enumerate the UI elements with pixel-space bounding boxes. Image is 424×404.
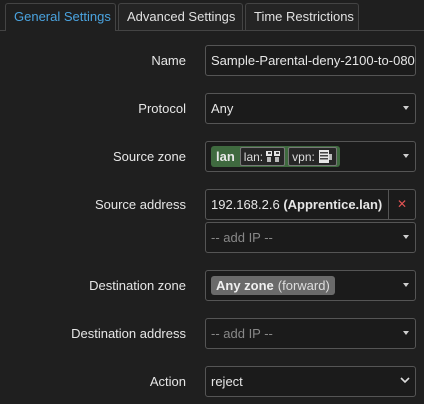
- interface-badge-lan: lan:: [239, 147, 286, 166]
- zone-direction: (forward): [277, 278, 330, 293]
- tab-time-restrictions[interactable]: Time Restrictions: [245, 3, 359, 30]
- tab-bar: General Settings Advanced Settings Time …: [0, 0, 424, 31]
- zone-name: Any zone: [216, 278, 274, 293]
- name-input[interactable]: Sample-Parental-deny-2100-to-0800: [205, 45, 416, 76]
- caret-down-icon: [403, 235, 409, 239]
- caret-down-icon: [403, 283, 409, 287]
- interface-label: vpn:: [292, 149, 315, 164]
- action-label: Action: [149, 374, 186, 389]
- destination-zone-label: Destination zone: [89, 278, 186, 293]
- network-device-icon: [266, 151, 281, 162]
- protocol-value: Any: [211, 101, 234, 116]
- source-address-label: Source address: [94, 197, 186, 212]
- remove-icon[interactable]: ✕: [388, 190, 415, 219]
- action-select[interactable]: reject: [205, 366, 416, 397]
- source-address-value: 192.168.2.6 (Apprentice.lan): [211, 197, 382, 212]
- tab-advanced-settings[interactable]: Advanced Settings: [118, 3, 243, 30]
- protocol-label: Protocol: [138, 101, 186, 116]
- caret-down-icon: [403, 331, 409, 335]
- zone-badge-lan: lan lan: vpn:: [211, 146, 340, 167]
- source-address-add-select[interactable]: -- add IP --: [205, 222, 416, 253]
- source-host: (Apprentice.lan): [283, 197, 383, 212]
- interface-badge-vpn: vpn:: [288, 147, 337, 166]
- protocol-select[interactable]: Any: [205, 93, 416, 124]
- add-ip-placeholder: -- add IP --: [211, 326, 273, 341]
- caret-down-icon: [403, 106, 409, 110]
- source-zone-select[interactable]: lan lan: vpn:: [205, 141, 416, 172]
- destination-address-select[interactable]: -- add IP --: [205, 318, 416, 349]
- destination-zone-select[interactable]: Any zone (forward): [205, 270, 416, 301]
- interface-label: lan:: [243, 149, 264, 164]
- chevron-down-icon: [400, 377, 410, 384]
- source-zone-label: Source zone: [113, 149, 186, 164]
- add-ip-placeholder: -- add IP --: [211, 230, 273, 245]
- source-ip: 192.168.2.6: [211, 197, 280, 212]
- name-label: Name: [151, 53, 186, 68]
- source-address-entry[interactable]: 192.168.2.6 (Apprentice.lan) ✕: [205, 189, 416, 220]
- caret-down-icon: [403, 154, 409, 158]
- zone-badge-any: Any zone (forward): [211, 276, 335, 295]
- name-value: Sample-Parental-deny-2100-to-0800: [211, 53, 416, 68]
- zone-name: lan: [216, 149, 235, 164]
- destination-address-label: Destination address: [71, 326, 186, 341]
- action-value: reject: [211, 374, 243, 389]
- tunnel-icon: [318, 150, 332, 163]
- tab-general-settings[interactable]: General Settings: [5, 3, 116, 31]
